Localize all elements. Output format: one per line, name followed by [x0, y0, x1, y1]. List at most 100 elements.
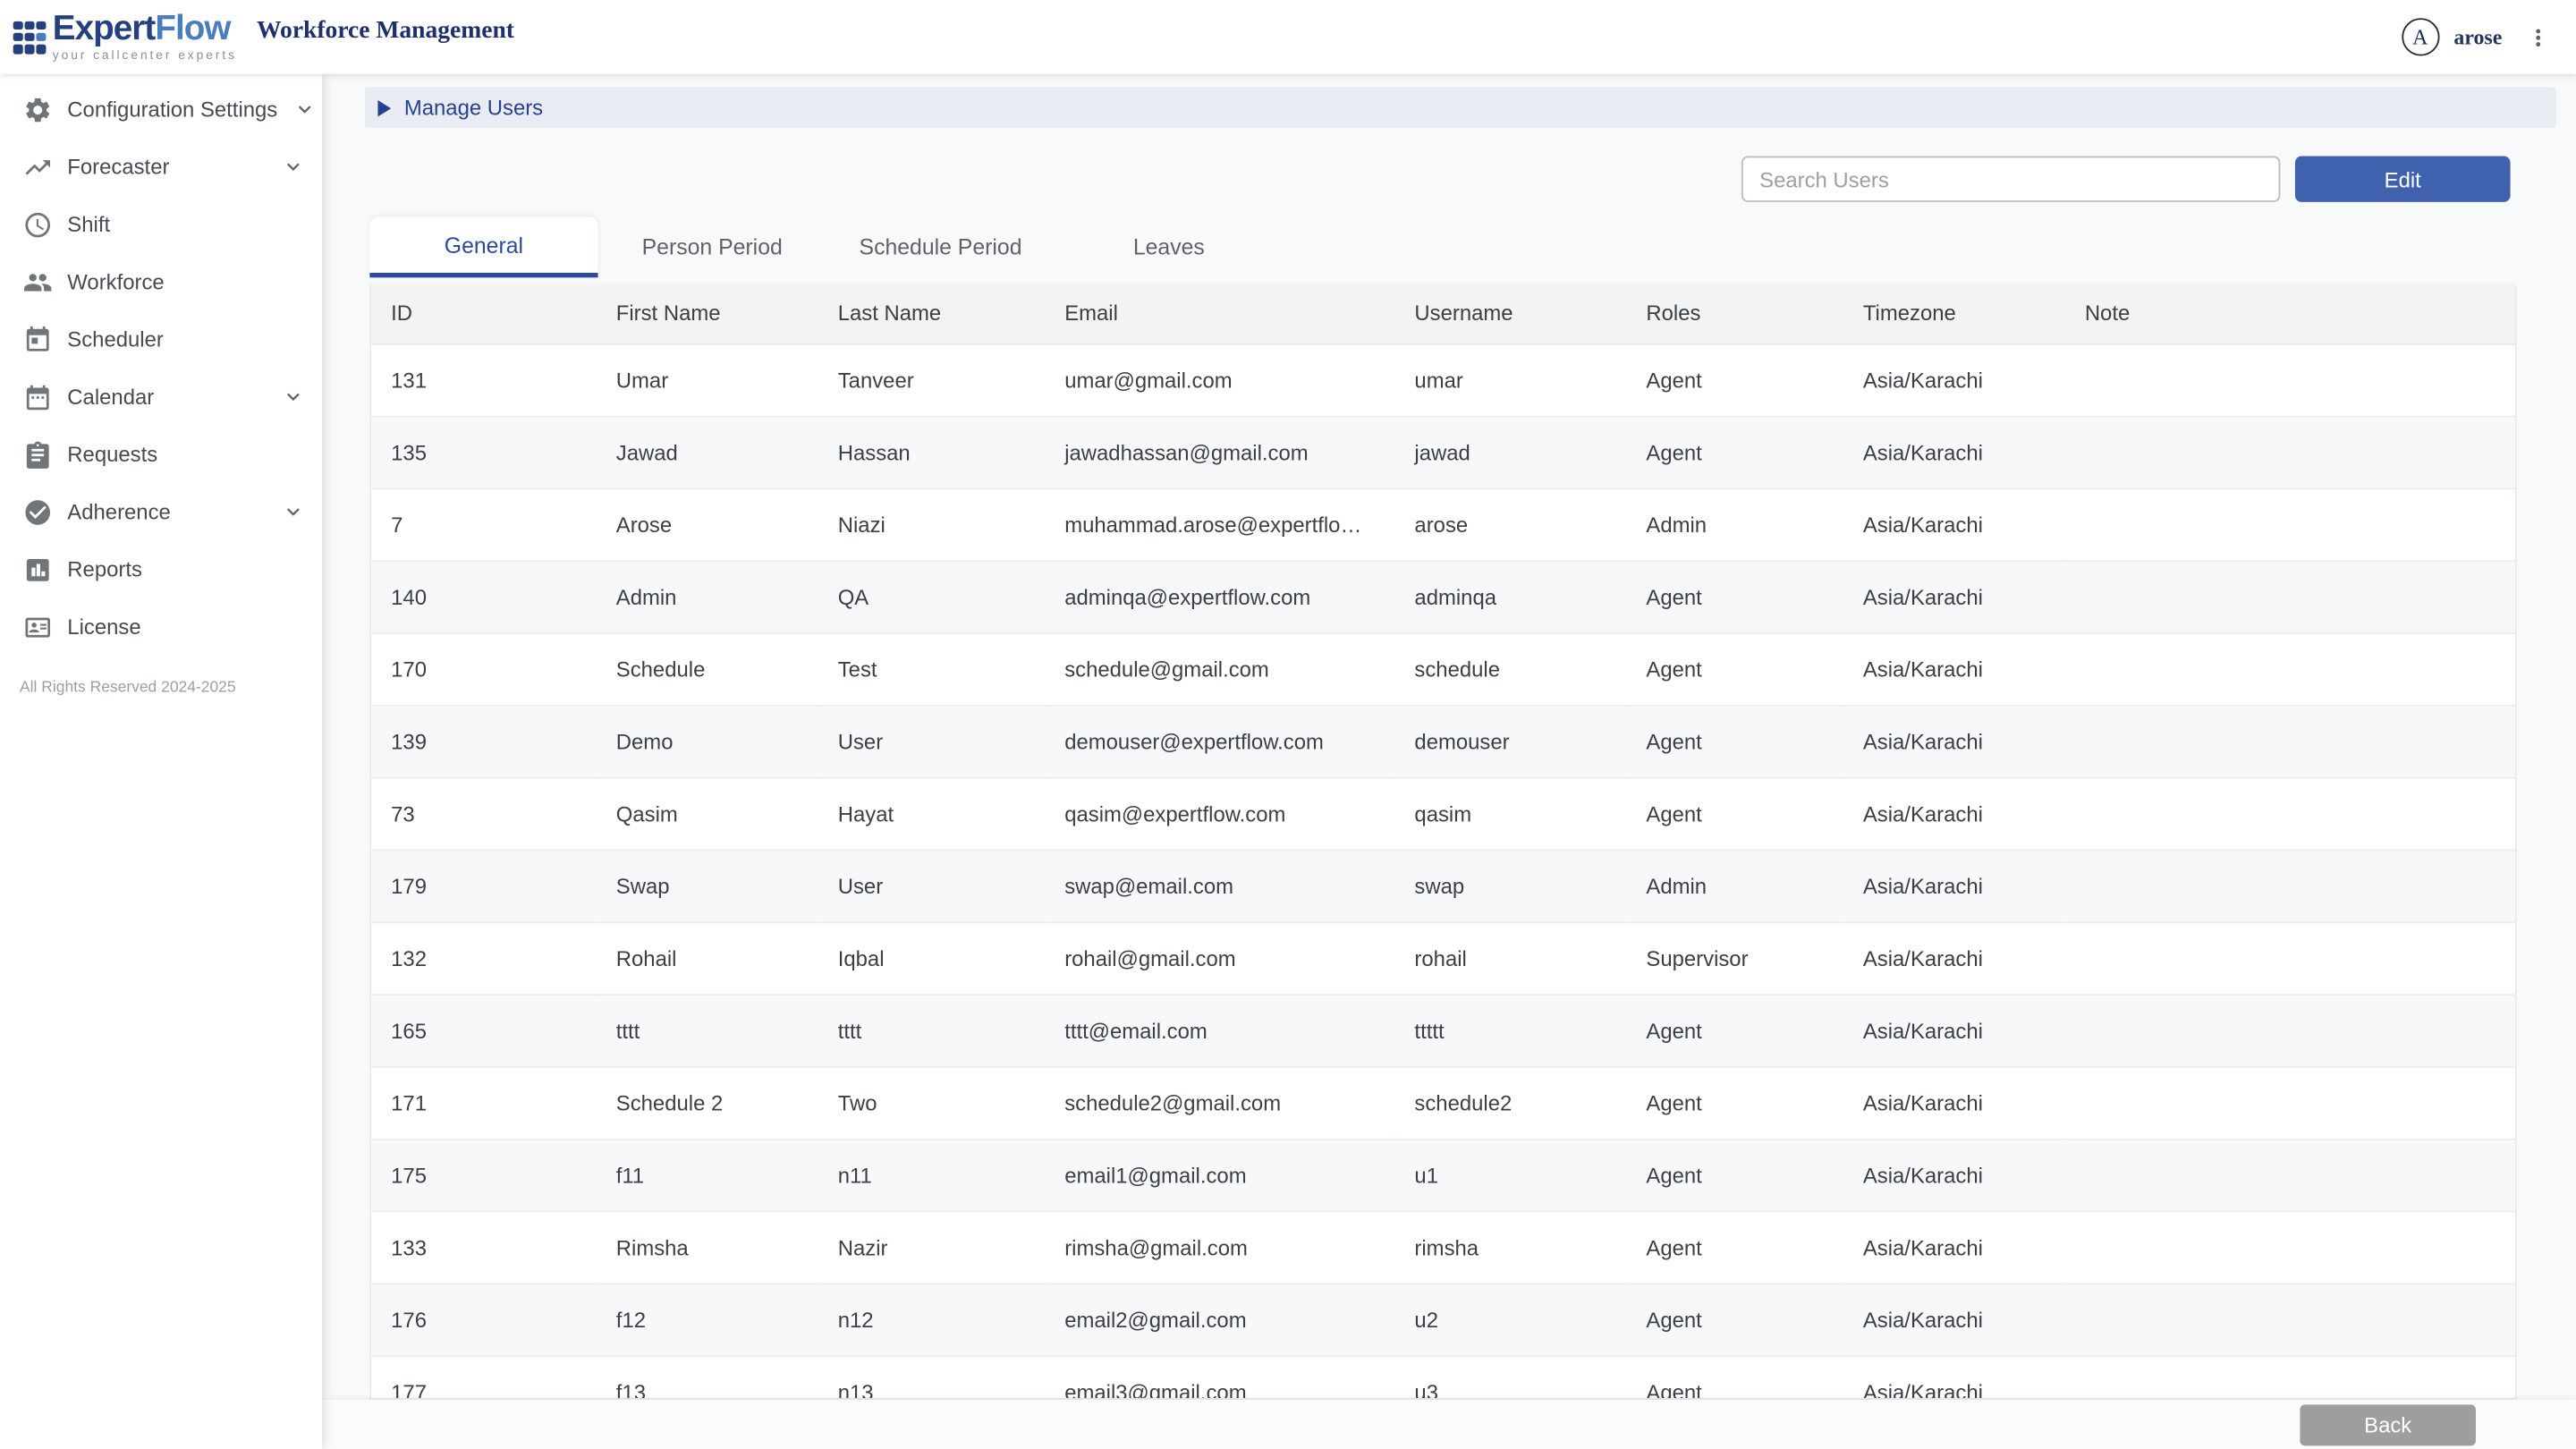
table-row[interactable]: 132RohailIqbalrohail@gmail.comrohailSupe… — [371, 921, 2517, 994]
table-row[interactable]: 179SwapUserswap@email.comswapAdminAsia/K… — [371, 850, 2517, 922]
table-cell: Agent — [1626, 416, 1843, 488]
users-table-card: IDFirst NameLast NameEmailUsernameRolesT… — [369, 283, 2517, 1400]
sidebar-item-adherence[interactable]: Adherence — [0, 483, 322, 540]
table-cell: Asia/Karachi — [1843, 994, 2065, 1066]
logo-grid-icon — [13, 21, 47, 54]
sidebar-item-license[interactable]: License — [0, 598, 322, 656]
table-row[interactable]: 170ScheduleTestschedule@gmail.comschedul… — [371, 632, 2517, 705]
sidebar-item-shift[interactable]: Shift — [0, 196, 322, 253]
sidebar-item-scheduler[interactable]: Scheduler — [0, 310, 322, 368]
table-cell: email3@gmail.com — [1045, 1355, 1394, 1400]
table-cell: Test — [818, 632, 1045, 705]
table-row[interactable]: 177f13n13email3@gmail.comu3AgentAsia/Kar… — [371, 1355, 2517, 1400]
table-cell: rimsha — [1394, 1211, 1626, 1284]
sidebar-item-forecaster[interactable]: Forecaster — [0, 138, 322, 195]
table-row[interactable]: 135JawadHassanjawadhassan@gmail.comjawad… — [371, 416, 2517, 488]
back-button[interactable]: Back — [2300, 1403, 2476, 1445]
table-cell — [2065, 1139, 2517, 1211]
table-cell: Tanveer — [818, 343, 1045, 416]
table-cell: 177 — [371, 1355, 597, 1400]
logo-expert: Expert — [53, 10, 156, 47]
table-cell: Agent — [1626, 1066, 1843, 1139]
table-cell: Asia/Karachi — [1843, 777, 2065, 850]
table-cell: Asia/Karachi — [1843, 850, 2065, 922]
table-cell — [2065, 921, 2517, 994]
table-row[interactable]: 171Schedule 2Twoschedule2@gmail.comsched… — [371, 1066, 2517, 1139]
search-input[interactable] — [1741, 156, 2280, 201]
table-cell — [2065, 560, 2517, 632]
table-cell — [2065, 1211, 2517, 1284]
table-cell: User — [818, 705, 1045, 777]
manage-users-header[interactable]: Manage Users — [365, 87, 2556, 128]
table-cell: Rimsha — [597, 1211, 818, 1284]
table-cell: Agent — [1626, 1283, 1843, 1355]
table-cell: umar@gmail.com — [1045, 343, 1394, 416]
table-row[interactable]: 133RimshaNazirrimsha@gmail.comrimshaAgen… — [371, 1211, 2517, 1284]
table-cell — [2065, 416, 2517, 488]
table-header-row: IDFirst NameLast NameEmailUsernameRolesT… — [371, 283, 2517, 343]
avatar[interactable]: A — [2402, 18, 2439, 55]
table-cell: Asia/Karachi — [1843, 1139, 2065, 1211]
trending-up-icon — [21, 151, 53, 182]
sidebar-item-workforce[interactable]: Workforce — [0, 253, 322, 310]
app-window: ExpertFlow your callcenter experts Workf… — [0, 0, 2576, 1449]
table-cell: demouser — [1394, 705, 1626, 777]
assignment-icon — [21, 438, 53, 470]
sidebar-item-configuration-settings[interactable]: Configuration Settings — [0, 80, 322, 138]
column-header-username: Username — [1394, 283, 1626, 343]
logo-text: ExpertFlow your callcenter experts — [53, 12, 237, 62]
edit-button[interactable]: Edit — [2295, 156, 2511, 201]
table-cell: schedule@gmail.com — [1045, 632, 1394, 705]
people-icon — [21, 267, 53, 298]
expand-triangle-icon — [377, 99, 391, 115]
table-cell: adminqa — [1394, 560, 1626, 632]
table-row[interactable]: 175f11n11email1@gmail.comu1AgentAsia/Kar… — [371, 1139, 2517, 1211]
sidebar-item-label: Shift — [67, 212, 110, 237]
section-title: Manage Users — [404, 96, 543, 121]
table-cell: u1 — [1394, 1139, 1626, 1211]
table-cell: u3 — [1394, 1355, 1626, 1400]
table-cell — [2065, 488, 2517, 561]
users-table: IDFirst NameLast NameEmailUsernameRolesT… — [371, 283, 2517, 1400]
sidebar: Configuration Settings Forecaster Shif — [0, 74, 322, 1449]
table-cell: Hayat — [818, 777, 1045, 850]
column-header-id: ID — [371, 283, 597, 343]
table-cell: Arose — [597, 488, 818, 561]
table-cell: swap@email.com — [1045, 850, 1394, 922]
tab-schedule-period[interactable]: Schedule Period — [826, 216, 1055, 277]
table-cell: umar — [1394, 343, 1626, 416]
table-cell: email1@gmail.com — [1045, 1139, 1394, 1211]
sidebar-item-reports[interactable]: Reports — [0, 540, 322, 597]
sidebar-item-calendar[interactable]: Calendar — [0, 368, 322, 425]
tab-general[interactable]: General — [369, 216, 597, 277]
table-row[interactable]: 165tttttttttttt@email.comtttttAgentAsia/… — [371, 994, 2517, 1066]
tab-leaves[interactable]: Leaves — [1055, 216, 1283, 277]
sidebar-item-requests[interactable]: Requests — [0, 426, 322, 483]
table-cell: tttt — [597, 994, 818, 1066]
table-row[interactable]: 73QasimHayatqasim@expertflow.comqasimAge… — [371, 777, 2517, 850]
table-row[interactable]: 140AdminQAadminqa@expertflow.comadminqaA… — [371, 560, 2517, 632]
table-cell: 132 — [371, 921, 597, 994]
table-cell: schedule2 — [1394, 1066, 1626, 1139]
table-cell: Admin — [1626, 850, 1843, 922]
table-row[interactable]: 7AroseNiazimuhammad.arose@expertflow.com… — [371, 488, 2517, 561]
table-cell — [2065, 994, 2517, 1066]
table-cell: Agent — [1626, 1139, 1843, 1211]
table-cell: Hassan — [818, 416, 1045, 488]
sidebar-item-label: Workforce — [67, 269, 164, 294]
table-cell: email2@gmail.com — [1045, 1283, 1394, 1355]
table-row[interactable]: 139DemoUserdemouser@expertflow.comdemous… — [371, 705, 2517, 777]
table-cell: rimsha@gmail.com — [1045, 1211, 1394, 1284]
table-row[interactable]: 131UmarTanveerumar@gmail.comumarAgentAsi… — [371, 343, 2517, 416]
expertflow-logo: ExpertFlow your callcenter experts — [13, 12, 237, 62]
table-cell: Schedule — [597, 632, 818, 705]
table-cell: 133 — [371, 1211, 597, 1284]
chevron-down-icon — [292, 96, 318, 122]
column-header-timezone: Timezone — [1843, 283, 2065, 343]
table-cell — [2065, 1283, 2517, 1355]
kebab-menu-icon[interactable] — [2523, 22, 2553, 52]
table-cell: Qasim — [597, 777, 818, 850]
tab-person-period[interactable]: Person Period — [598, 216, 826, 277]
table-row[interactable]: 176f12n12email2@gmail.comu2AgentAsia/Kar… — [371, 1283, 2517, 1355]
table-cell: Asia/Karachi — [1843, 1283, 2065, 1355]
